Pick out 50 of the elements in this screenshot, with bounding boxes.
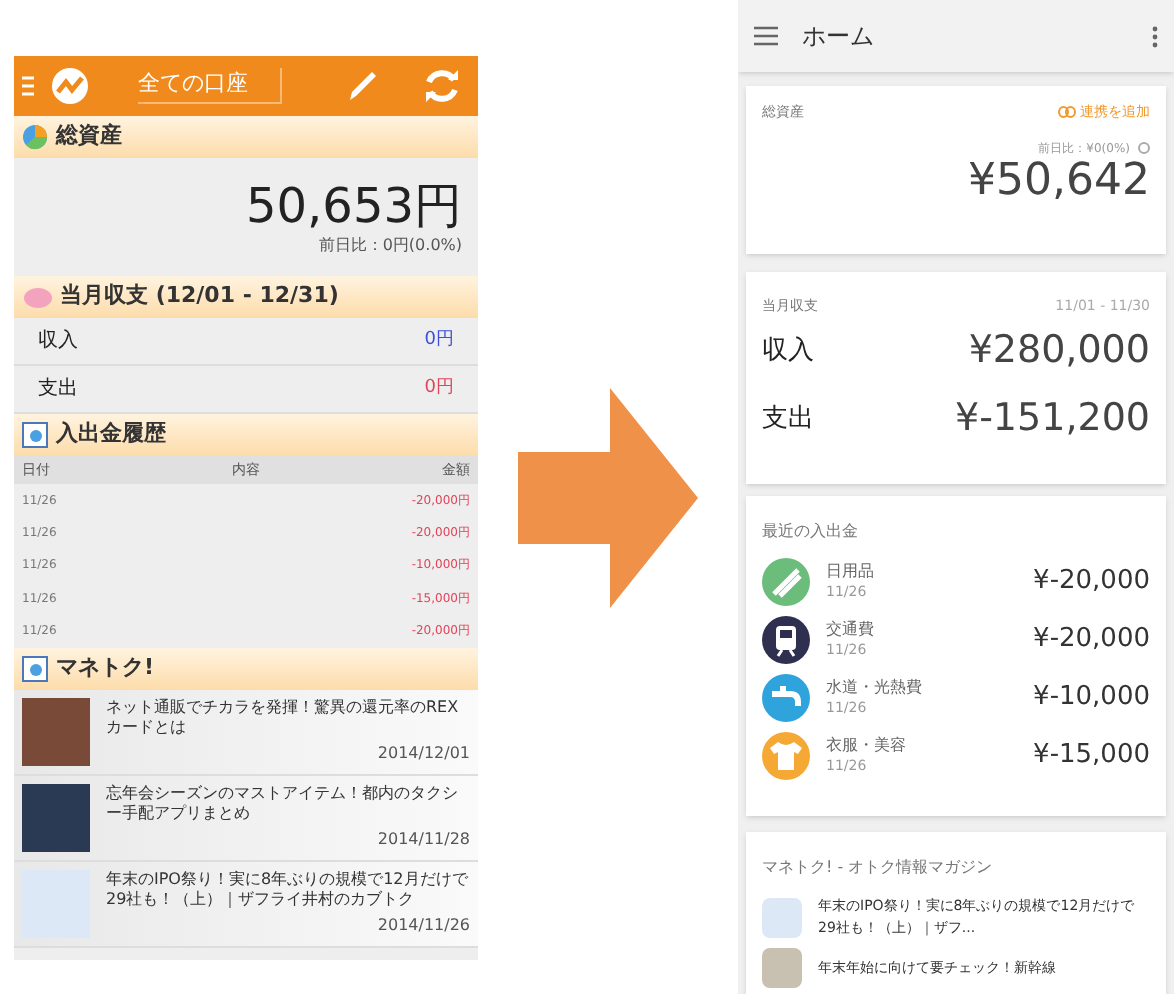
article-date: 2014/11/28	[375, 827, 470, 852]
transaction-amount: ¥-15,000	[1033, 737, 1150, 774]
row-value: 0円	[424, 327, 454, 354]
notebook-icon	[22, 655, 48, 682]
category-name: 日用品	[826, 561, 876, 581]
card-title: マネトク! - オトク情報マガジン	[762, 856, 995, 880]
logo-icon	[50, 66, 90, 106]
section-title: 入出金履歴	[56, 418, 166, 451]
article-date: 2014/11/26	[375, 913, 470, 938]
photo-placeholder	[22, 697, 90, 766]
right-arrow-icon	[518, 387, 698, 607]
section-title: 総資産	[56, 120, 122, 153]
article-title: 年末のIPO祭り！実に8年ぶりの規模で12月だけで29社も！（上）｜ザフライ井村のカブトク	[106, 869, 470, 910]
pie-chart-icon	[22, 124, 48, 150]
piggy-bank-icon	[22, 285, 52, 309]
section-title: 当月収支 (12/01 - 12/31)	[60, 280, 339, 313]
category-name: 衣服・美容	[826, 735, 908, 755]
transaction-amount: ¥-10,000	[1033, 679, 1150, 716]
total-amount: 50,653円	[246, 177, 462, 233]
more-icon[interactable]	[1152, 25, 1158, 47]
article-item[interactable]: ネット通販でチカラを発揮！驚異の還元率のREXカードとは 2014/12/01	[14, 689, 478, 776]
article-item[interactable]: 年末のIPO祭り！実に8年ぶりの規模で12月だけで29社も！（上）｜ザフライ井村のカブトク 2014/11/26	[14, 861, 478, 948]
photo-placeholder	[22, 783, 90, 852]
photo-placeholder	[762, 948, 802, 988]
row-label: 収入	[38, 327, 78, 356]
day-change: 前日比：0円(0.0%)	[318, 233, 462, 257]
row-label: 支出	[38, 375, 78, 404]
row-value: ¥-151,200	[954, 394, 1150, 445]
row-label: 支出	[762, 401, 814, 438]
screen-title: ホーム	[802, 20, 876, 54]
total-amount: ¥50,642	[966, 157, 1150, 205]
transaction-amount: ¥-20,000	[1033, 621, 1150, 658]
article-item[interactable]: 忘年会シーズンのマストアイテム！都内のタクシー手配アプリまとめ 2014/11/28	[14, 775, 478, 862]
category-name: 水道・光熱費	[826, 677, 924, 697]
row-value: ¥280,000	[968, 326, 1150, 377]
notebook-icon	[22, 422, 48, 448]
article-date: 2014/12/01	[375, 741, 470, 766]
transaction-amount: ¥-20,000	[1033, 563, 1150, 600]
menu-icon[interactable]	[754, 26, 778, 46]
refresh-icon[interactable]	[422, 66, 462, 106]
section-title: マネトク!	[56, 652, 155, 685]
row-label: 収入	[762, 333, 814, 370]
row-value: 0円	[424, 375, 454, 402]
article-title: 忘年会シーズンのマストアイテム！都内のタクシー手配アプリまとめ	[106, 783, 460, 824]
category-name: 交通費	[826, 619, 876, 639]
link-icon	[1058, 106, 1076, 119]
card-title: 最近の入出金	[762, 520, 860, 544]
info-icon[interactable]	[1138, 142, 1150, 154]
article-title: ネット通販でチカラを発揮！驚異の還元率のREXカードとは	[106, 697, 461, 738]
photo-placeholder	[762, 898, 802, 938]
